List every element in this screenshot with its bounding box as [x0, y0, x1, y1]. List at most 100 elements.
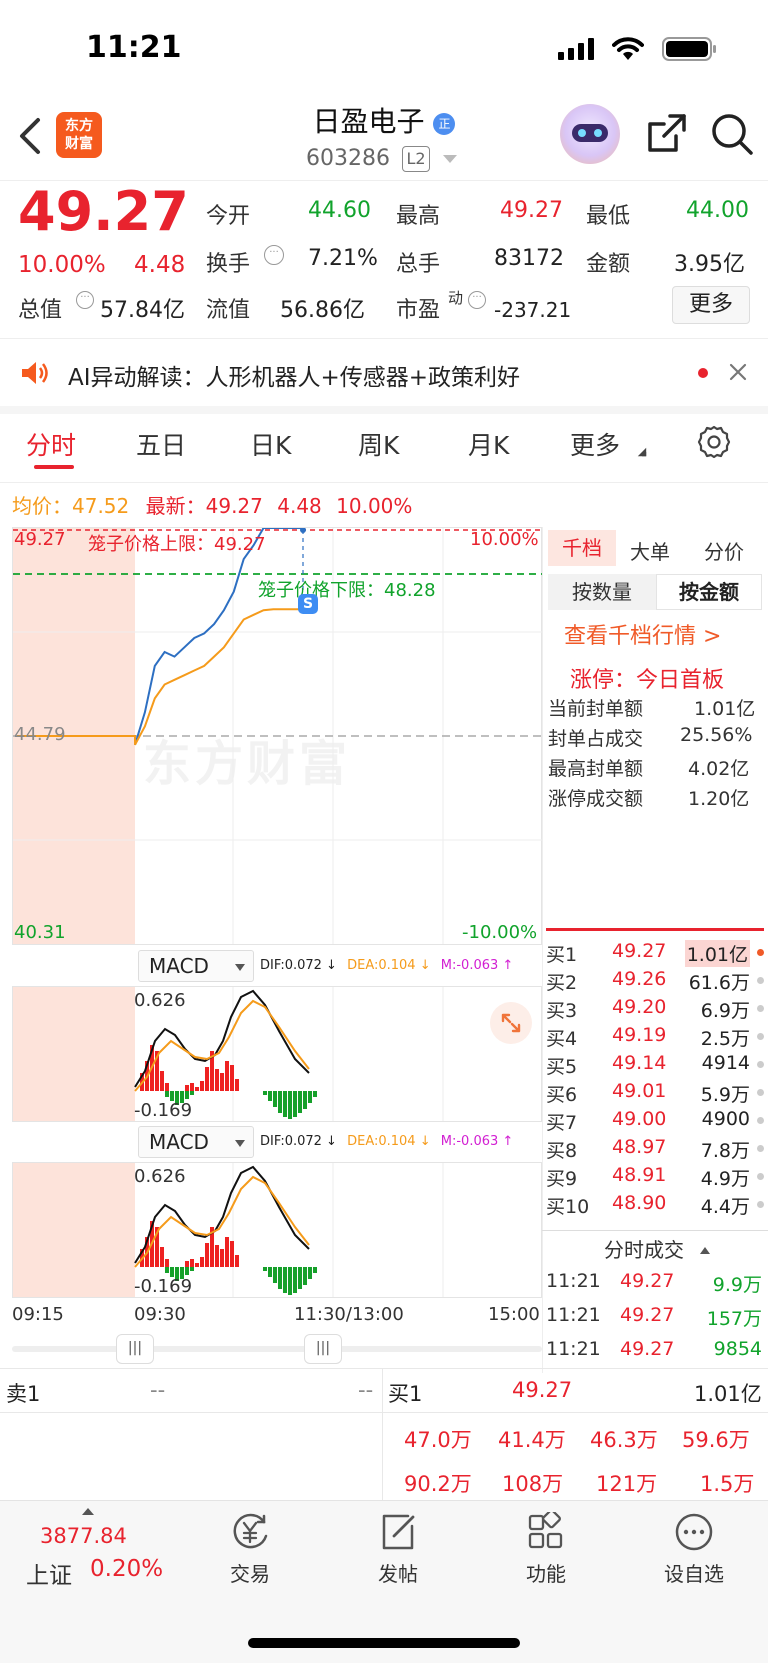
bid-row[interactable]: 买3 49.20 6.9万	[544, 994, 768, 1022]
settings-gear-icon[interactable]	[696, 424, 732, 460]
bid-row[interactable]: 买5 49.14 4914	[544, 1050, 768, 1078]
info-icon[interactable]: ···	[468, 291, 486, 309]
index-value[interactable]: 3877.84	[40, 1524, 127, 1548]
tab-intraday[interactable]: 分时	[26, 426, 76, 462]
bottom-pct-label: -10.00%	[462, 922, 538, 943]
search-icon[interactable]	[710, 112, 754, 156]
bid-row[interactable]: 买4 49.19 2.5万	[544, 1022, 768, 1050]
bid-level: 买1	[546, 944, 578, 966]
nav-post[interactable]: 发帖	[348, 1558, 448, 1587]
scroll-handle-right[interactable]: |||	[304, 1334, 342, 1364]
view-qiandang-link[interactable]: 查看千档行情 >	[564, 618, 721, 650]
s-marker[interactable]: S	[298, 594, 318, 614]
tick-row: 11:21 49.27 9.9万	[544, 1266, 768, 1300]
macd-bar	[308, 1091, 312, 1103]
macd-bar	[165, 1083, 169, 1091]
chevron-down-icon[interactable]	[442, 154, 458, 164]
bid-volume: 6.9万	[700, 1000, 750, 1022]
ticks-title[interactable]: 分时成交	[604, 1234, 711, 1263]
bid-row[interactable]: 买9 48.91 4.9万	[544, 1162, 768, 1190]
pe-superscript: 动	[448, 289, 464, 307]
ai-banner-text[interactable]: AI异动解读：人形机器人+传感器+政策利好	[68, 358, 520, 392]
change-value: 4.48	[134, 252, 186, 278]
scroll-handle-left[interactable]: |||	[116, 1334, 154, 1364]
info-icon[interactable]: ···	[264, 245, 284, 265]
nav-add-watchlist[interactable]: 设自选	[644, 1558, 744, 1587]
macd-selector[interactable]: MACD	[138, 950, 254, 982]
post-edit-icon[interactable]	[378, 1512, 418, 1552]
bid-level: 买4	[546, 1028, 578, 1050]
macd-bar	[225, 1237, 229, 1267]
x-tick: 15:00	[488, 1304, 540, 1325]
bid-price: 49.26	[612, 968, 667, 990]
stock-code: 603286	[306, 146, 390, 171]
macd-bar	[278, 1267, 282, 1289]
bid-level: 买2	[546, 972, 578, 994]
macd-bar	[220, 1249, 224, 1267]
amount-value: 3.95亿	[674, 252, 745, 277]
level2-badge[interactable]: L2	[402, 146, 430, 172]
expand-icon[interactable]	[490, 1002, 532, 1044]
share-icon[interactable]	[646, 112, 688, 154]
tick-price: 49.27	[620, 1338, 675, 1360]
index-name[interactable]: 上证	[26, 1556, 72, 1590]
macd-values: DIF:0.072 ↓ DEA:0.104 ↓ M:-0.063 ↑	[260, 958, 514, 973]
macd-bar	[185, 1267, 189, 1275]
tick-price: 49.27	[620, 1270, 675, 1292]
chart-scroll-track[interactable]	[12, 1346, 542, 1352]
tab-5day[interactable]: 五日	[136, 426, 186, 462]
trade-yen-icon[interactable]	[230, 1512, 272, 1552]
close-icon[interactable]	[728, 362, 748, 382]
tab-qiandang[interactable]: 千档	[548, 530, 616, 566]
macd-bar	[190, 1083, 194, 1091]
index-pct[interactable]: 0.20%	[90, 1556, 163, 1582]
tick-time: 11:21	[546, 1270, 601, 1292]
add-watchlist-icon[interactable]	[674, 1512, 714, 1552]
macd-bar	[165, 1091, 169, 1097]
bid-row[interactable]: 买7 49.00 4900	[544, 1106, 768, 1134]
mid-price-label: 44.79	[14, 724, 66, 745]
tab-weekly-k[interactable]: 周K	[358, 426, 399, 462]
features-grid-icon[interactable]	[526, 1512, 566, 1552]
tab-big-order[interactable]: 大单	[630, 536, 670, 565]
macd-selector[interactable]: MACD	[138, 1126, 254, 1158]
queue-amount: 1.5万	[700, 1472, 755, 1496]
info-icon[interactable]: ···	[76, 291, 94, 309]
macd-bar	[195, 1087, 199, 1091]
top-pct-label: 10.00%	[470, 529, 539, 550]
tab-daily-k[interactable]: 日K	[250, 426, 291, 462]
bid-volume: 2.5万	[700, 1028, 750, 1050]
bid-dot	[757, 1061, 764, 1068]
subtab-by-amount[interactable]: 按金额	[656, 574, 762, 610]
bid-row[interactable]: 买2 49.26 61.6万	[544, 966, 768, 994]
macd-panel-2[interactable]	[12, 1162, 542, 1298]
tick-row: 11:21 49.27 9854	[544, 1334, 768, 1368]
bid-row[interactable]: 买8 48.97 7.8万	[544, 1134, 768, 1162]
bid-row[interactable]: 买6 49.01 5.9万	[544, 1078, 768, 1106]
volume-value: 83172	[494, 246, 564, 271]
macd-bar	[268, 1267, 272, 1277]
x-tick: 11:30/13:00	[294, 1304, 404, 1325]
high-value: 49.27	[500, 198, 563, 223]
lower-limit-label: 笼子价格下限：48.28	[258, 580, 436, 601]
tab-monthly-k[interactable]: 月K	[468, 426, 509, 462]
bid-volume: 1.01亿	[684, 940, 750, 967]
more-button[interactable]: 更多	[672, 286, 750, 324]
subtab-by-quantity[interactable]: 按数量	[548, 574, 656, 610]
macd-panel-1[interactable]	[12, 986, 542, 1122]
nav-trade[interactable]: 交易	[200, 1558, 300, 1587]
robot-avatar-icon[interactable]	[560, 104, 620, 164]
bid-dot	[757, 977, 764, 984]
top-price-label: 49.27	[14, 529, 66, 550]
bid-row[interactable]: 买1 49.27 1.01亿	[544, 938, 768, 967]
macd-values: DIF:0.072 ↓ DEA:0.104 ↓ M:-0.063 ↑	[260, 1134, 514, 1149]
bid-dot	[757, 1173, 764, 1180]
bid-row[interactable]: 买10 48.90 4.4万	[544, 1190, 768, 1218]
tab-more[interactable]: 更多	[570, 426, 620, 462]
tab-price-distribution[interactable]: 分价	[704, 536, 744, 565]
bid-volume: 4.9万	[700, 1168, 750, 1190]
seal-max-label: 最高封单额	[548, 758, 644, 780]
tick-time: 11:21	[546, 1338, 601, 1360]
buy1-price: 49.27	[512, 1378, 573, 1402]
nav-features[interactable]: 功能	[496, 1558, 596, 1587]
